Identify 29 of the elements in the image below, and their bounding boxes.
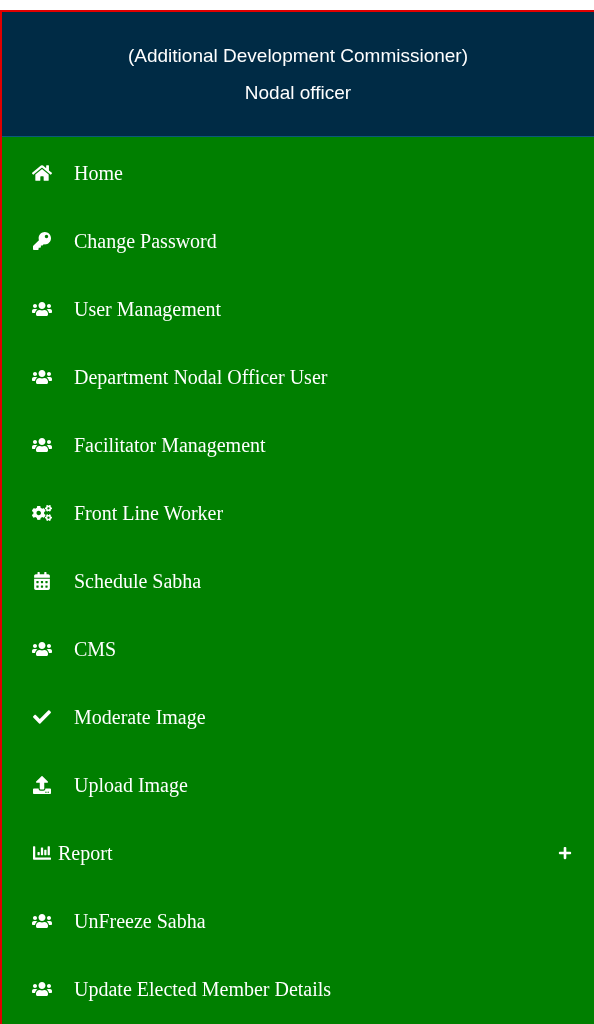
calendar-icon [32,572,52,590]
menu-item[interactable]: Update Elected Member Details [2,955,594,1023]
menu-item[interactable]: Moderate Image [2,683,594,751]
users-icon [32,980,52,998]
menu-item[interactable]: Report [2,819,594,887]
home-icon [32,164,52,182]
menu-item[interactable]: Change Password [2,207,594,275]
header-title: (Additional Development Commissioner) [128,46,468,65]
check-icon [32,708,52,726]
menu-item[interactable]: Front Line Worker [2,479,594,547]
header-title: Nodal officer [244,83,352,102]
bar-chart-icon [32,844,52,862]
menu-item[interactable]: User Management [2,275,594,343]
menu-item[interactable]: Upload Image [2,751,594,819]
menu-item[interactable]: Facilitator Management [2,411,594,479]
users-icon [32,300,52,318]
key-icon [32,232,52,250]
menu-item[interactable]: Home [2,139,594,207]
users-icon [32,436,52,454]
menu-item[interactable]: CMS [2,615,594,683]
upload-icon [32,776,52,794]
users-icon [32,640,52,658]
menu-item[interactable]: Department Nodal Officer User [2,343,594,411]
menu-item[interactable]: UnFreeze Sabha [2,887,594,955]
expand-icon[interactable] [558,846,572,860]
users-icon [32,368,52,386]
users-icon [32,912,52,930]
menu-item[interactable]: Schedule Sabha [2,547,594,615]
gears-icon [32,504,52,522]
